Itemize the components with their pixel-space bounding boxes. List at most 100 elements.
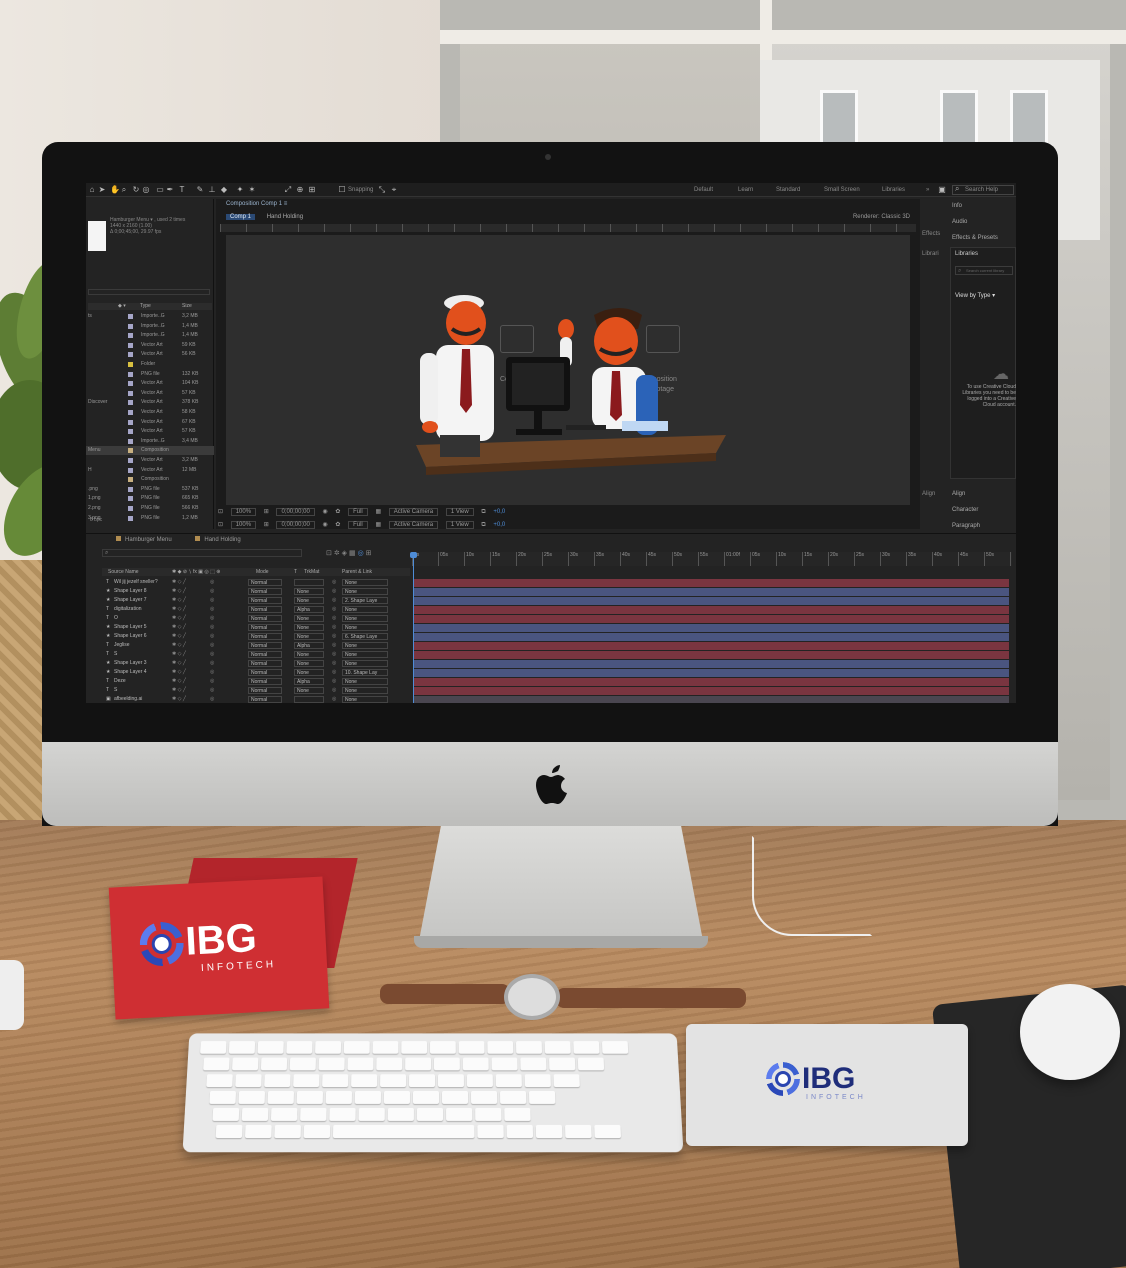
project-item[interactable]: 3.png PNG file 1,2 MB — [86, 514, 214, 523]
draft-3d-icon[interactable]: ✲ — [334, 550, 340, 557]
layer-3d-icon[interactable]: ◎ — [210, 641, 214, 650]
zoom-select[interactable]: 100% — [230, 508, 257, 516]
label-color-swatch[interactable] — [128, 467, 133, 473]
layer-duration-bar[interactable] — [413, 587, 1009, 596]
panel-paragraph[interactable]: Paragraph — [952, 523, 980, 529]
timeline-layer-row[interactable]: Tdigitalization ✱ ◇ ╱ ◎ Normal Alpha ◎ None — [102, 605, 410, 614]
timeline-layer-row[interactable]: ★ Shape Layer 7 ✱ ◇ ╱ ◎ Normal None ◎ 2. Shape … — [102, 596, 410, 605]
layer-trkmat-select[interactable]: Alpha — [294, 678, 324, 685]
libraries-collapsed-tab[interactable]: Librari — [922, 251, 939, 257]
clone-stamp-icon[interactable]: ⊥ — [208, 186, 216, 194]
parent-pickwhip-icon[interactable]: ◎ — [332, 623, 336, 632]
label-color-swatch[interactable] — [128, 381, 133, 387]
workspace-learn[interactable]: Learn — [738, 187, 753, 193]
layer-switches-icon[interactable]: ✱ ◇ ╱ — [172, 659, 186, 668]
layer-parent-select[interactable]: None — [342, 606, 388, 613]
layer-switches-icon[interactable]: ✱ ◇ ╱ — [172, 668, 186, 677]
layer-mode-select[interactable]: Normal — [248, 597, 282, 604]
layer-name[interactable]: Shape Layer 3 — [114, 659, 147, 668]
layer-trkmat-select[interactable]: None — [294, 660, 324, 667]
panel-character[interactable]: Character — [952, 507, 978, 513]
layer-mode-select[interactable]: Normal — [248, 687, 282, 694]
resolution-select[interactable]: Full — [348, 508, 368, 516]
snapshot-icon-2[interactable]: ◉ — [322, 521, 327, 528]
layer-parent-select[interactable]: None — [342, 579, 388, 586]
layer-trkmat-select[interactable]: None — [294, 624, 324, 631]
workspace-overflow[interactable]: » — [926, 187, 929, 193]
frame-blend-icon[interactable]: ▦ — [349, 550, 356, 557]
label-color-swatch[interactable] — [128, 419, 133, 425]
composition-viewport[interactable]: Composition New Composition From Footage — [226, 235, 910, 505]
tab-hamburger-menu[interactable]: Hamburger Menu — [116, 536, 172, 543]
parent-pickwhip-icon[interactable]: ◎ — [332, 695, 336, 703]
layer-name[interactable]: afbeelding.ai — [114, 695, 142, 703]
layer-name[interactable]: Shape Layer 8 — [114, 587, 147, 596]
layer-3d-icon[interactable]: ◎ — [210, 695, 214, 703]
layer-3d-icon[interactable]: ◎ — [210, 677, 214, 686]
camera-select[interactable]: Active Camera — [388, 508, 439, 516]
panel-effects-presets[interactable]: Effects & Presets — [952, 235, 998, 241]
layer-3d-icon[interactable]: ◎ — [210, 650, 214, 659]
snapping-checkbox-icon[interactable]: ☐ — [338, 186, 346, 194]
layer-name[interactable]: Deze — [114, 677, 126, 686]
shy-icon[interactable]: ◈ — [342, 550, 347, 557]
project-item[interactable]: Importe..G 1,4 MB — [86, 331, 214, 340]
rectangle-tool-icon[interactable]: ▭ — [156, 186, 164, 194]
workspace-small-screen[interactable]: Small Screen — [824, 187, 860, 193]
panel-info[interactable]: Info — [952, 203, 962, 209]
timeline-layer-row[interactable]: ★ Shape Layer 4 ✱ ◇ ╱ ◎ Normal None ◎ 10. Shape… — [102, 668, 410, 677]
layer-mode-select[interactable]: Normal — [248, 642, 282, 649]
label-color-swatch[interactable] — [128, 496, 133, 502]
tab-hand-holding[interactable]: Hand Holding — [267, 214, 303, 220]
layer-parent-select[interactable]: None — [342, 624, 388, 631]
zoom-select-2[interactable]: 100% — [230, 521, 257, 529]
layer-3d-icon[interactable]: ◎ — [210, 623, 214, 632]
parent-pickwhip-icon[interactable]: ◎ — [332, 578, 336, 587]
parent-pickwhip-icon[interactable]: ◎ — [332, 587, 336, 596]
layer-trkmat-select[interactable]: None — [294, 633, 324, 640]
region-icon[interactable]: ⊡ — [218, 508, 223, 515]
parent-pickwhip-icon[interactable]: ◎ — [332, 614, 336, 623]
snap-extra-icon[interactable]: ⌖ — [390, 186, 398, 194]
layer-trkmat-select[interactable]: None — [294, 669, 324, 676]
layer-mode-select[interactable]: Normal — [248, 660, 282, 667]
layer-name[interactable]: Shape Layer 6 — [114, 632, 147, 641]
layer-duration-bar[interactable] — [413, 659, 1009, 668]
zoom-tool-icon[interactable]: ⌕ — [120, 186, 128, 194]
layer-trkmat-select[interactable]: None — [294, 651, 324, 658]
layer-name[interactable]: O — [114, 614, 118, 623]
timeline-layer-row[interactable]: T O ✱ ◇ ╱ ◎ Normal None ◎ None — [102, 614, 410, 623]
layer-switches-icon[interactable]: ✱ ◇ ╱ — [172, 677, 186, 686]
parent-pickwhip-icon[interactable]: ◎ — [332, 650, 336, 659]
home-icon[interactable]: ⌂ — [88, 186, 96, 194]
snapshot-icon[interactable]: ◉ — [322, 508, 327, 515]
layer-mode-select[interactable]: Normal — [248, 588, 282, 595]
layer-trkmat-select[interactable]: None — [294, 597, 324, 604]
align-collapsed-tab[interactable]: Align — [922, 491, 935, 497]
label-color-swatch[interactable] — [128, 506, 133, 511]
layer-parent-select[interactable]: 6. Shape Laye — [342, 633, 388, 640]
timeline-layer-row[interactable]: ★ Shape Layer 6 ✱ ◇ ╱ ◎ Normal None ◎ 6. Shape … — [102, 632, 410, 641]
layer-3d-icon[interactable]: ◎ — [210, 632, 214, 641]
parent-pickwhip-icon[interactable]: ◎ — [332, 605, 336, 614]
timeline-layer-row[interactable]: T S ✱ ◇ ╱ ◎ Normal None ◎ None — [102, 650, 410, 659]
label-color-swatch[interactable] — [128, 458, 133, 463]
layer-3d-icon[interactable]: ◎ — [210, 578, 214, 587]
parent-pickwhip-icon[interactable]: ◎ — [332, 677, 336, 686]
layer-trkmat-select[interactable]: None — [294, 588, 324, 595]
motion-blur-icon[interactable]: ◎ — [358, 550, 364, 557]
comp-flowchart-icon[interactable]: ⊡ — [326, 550, 332, 557]
layer-trkmat-select[interactable]: None — [294, 687, 324, 694]
timeline-layer-row[interactable]: ★ Shape Layer 8 ✱ ◇ ╱ ◎ Normal None ◎ None — [102, 587, 410, 596]
timeline-layer-row[interactable]: T S ✱ ◇ ╱ ◎ Normal None ◎ None — [102, 686, 410, 695]
libraries-search-input[interactable]: ⌕ Search current library — [955, 266, 1013, 275]
rotate-tool-icon[interactable]: ↻ — [132, 186, 140, 194]
time-ruler[interactable]: 0s05s10s15s20s25s30s35s40s45s50s55s01:00… — [412, 552, 1012, 566]
workspace-libraries[interactable]: Libraries — [882, 187, 905, 193]
label-color-swatch[interactable] — [128, 486, 133, 492]
layer-duration-bar[interactable] — [413, 668, 1009, 677]
exposure-value[interactable]: +0,0 — [493, 509, 505, 515]
view-by-type-dropdown[interactable]: View by Type ▾ — [955, 292, 995, 299]
project-item[interactable]: Composition — [86, 475, 214, 484]
layer-name[interactable]: Shape Layer 5 — [114, 623, 147, 632]
